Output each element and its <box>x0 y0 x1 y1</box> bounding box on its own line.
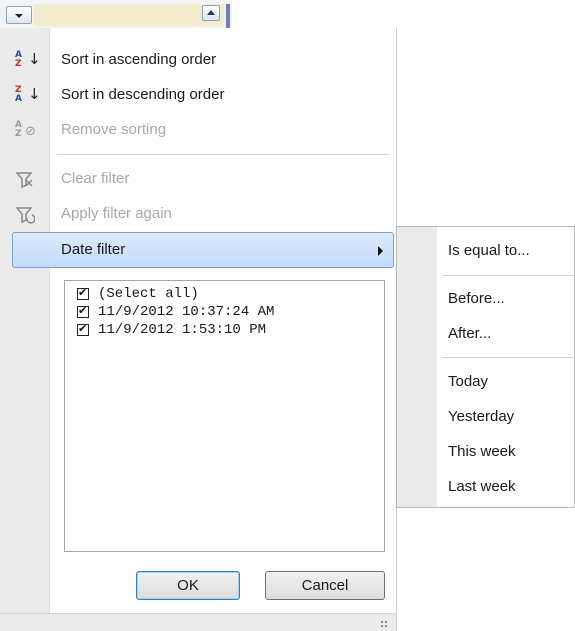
cancel-button[interactable]: Cancel <box>265 571 385 600</box>
filter-dropdown-button[interactable] <box>6 6 32 24</box>
apply-filter-again-label: Apply filter again <box>61 205 172 222</box>
apply-filter-icon <box>15 206 37 224</box>
sort-ascending-icon: A Z ↓ <box>15 50 41 69</box>
clear-filter-icon <box>15 171 37 189</box>
remove-sorting-label: Remove sorting <box>61 121 167 138</box>
submenu-gutter <box>397 227 437 507</box>
sort-ascending-label: Sort in ascending order <box>61 51 217 68</box>
apply-filter-again-item[interactable]: Apply filter again <box>0 197 397 231</box>
clear-filter-item[interactable]: Clear filter <box>0 162 397 196</box>
clear-filter-label: Clear filter <box>61 170 130 187</box>
checklist-item-label: (Select all) <box>98 286 199 302</box>
date-filter-submenu: Is equal to... Before... After... Today … <box>396 226 575 508</box>
menu-footer <box>0 613 396 631</box>
resize-grip-icon[interactable] <box>380 620 388 628</box>
sort-descending-item[interactable]: Z A ↓ Sort in descending order <box>0 78 397 112</box>
submenu-item-this-week[interactable]: This week <box>448 443 516 460</box>
submenu-item-is-equal-to[interactable]: Is equal to... <box>448 242 530 259</box>
sort-descending-label: Sort in descending order <box>61 86 225 103</box>
sort-descending-icon: Z A ↓ <box>15 85 41 104</box>
submenu-separator <box>442 357 575 358</box>
submenu-arrow-icon <box>378 246 383 256</box>
checklist-item-label: 11/9/2012 10:37:24 AM <box>98 304 275 320</box>
column-header <box>0 0 232 28</box>
submenu-item-yesterday[interactable]: Yesterday <box>448 408 514 425</box>
sort-up-button[interactable] <box>202 5 220 21</box>
checkmark-icon[interactable] <box>77 322 89 336</box>
sort-ascending-item[interactable]: A Z ↓ Sort in ascending order <box>0 43 397 77</box>
submenu-separator <box>442 275 575 276</box>
date-filter-label: Date filter <box>61 241 126 258</box>
date-filter-item[interactable]: Date filter <box>12 232 394 268</box>
filter-menu: A Z ↓ Sort in ascending order Z A ↓ Sort in … <box>0 28 397 631</box>
value-checklist[interactable]: (Select all) 11/9/2012 10:37:24 AM 11/9/… <box>64 280 385 552</box>
checkmark-icon[interactable] <box>77 286 89 300</box>
submenu-item-last-week[interactable]: Last week <box>448 478 516 495</box>
header-cell <box>34 4 224 26</box>
submenu-item-before[interactable]: Before... <box>448 290 505 307</box>
checklist-item-label: 11/9/2012 1:53:10 PM <box>98 322 267 338</box>
ok-button[interactable]: OK <box>136 571 240 600</box>
remove-sorting-item[interactable]: A Z ⊘ Remove sorting <box>0 113 397 147</box>
remove-sorting-icon: A Z ⊘ <box>15 120 36 139</box>
submenu-item-today[interactable]: Today <box>448 373 488 390</box>
column-splitter[interactable] <box>226 4 230 28</box>
menu-separator <box>57 154 389 155</box>
submenu-item-after[interactable]: After... <box>448 325 491 342</box>
checkmark-icon[interactable] <box>77 304 89 318</box>
